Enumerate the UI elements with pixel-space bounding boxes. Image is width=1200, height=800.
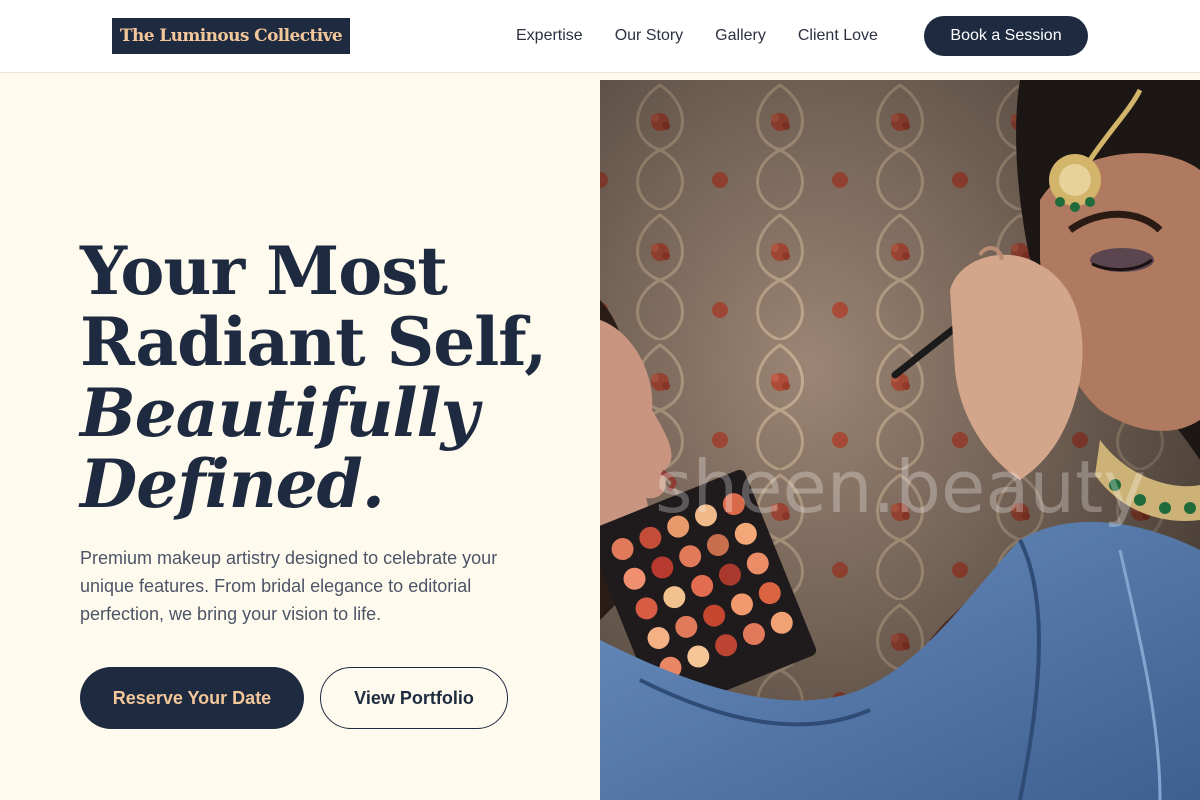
headline-line-4: Defined.: [80, 445, 385, 523]
main-nav: Expertise Our Story Gallery Client Love: [516, 0, 910, 72]
makeup-artist-photo-illustration: sheen.beauty: [600, 80, 1200, 800]
hero-photo: sheen.beauty: [600, 80, 1200, 800]
nav-link-our-story[interactable]: Our Story: [615, 27, 683, 45]
brand-logo[interactable]: The Luminous Collective: [112, 18, 350, 54]
nav-link-expertise[interactable]: Expertise: [516, 27, 583, 45]
hero-description: Premium makeup artistry designed to cele…: [80, 548, 498, 624]
headline-line-2: Radiant Self,: [80, 303, 547, 381]
book-session-button[interactable]: Book a Session: [924, 16, 1088, 56]
site-header: The Luminous Collective Expertise Our St…: [0, 0, 1200, 73]
view-portfolio-button[interactable]: View Portfolio: [320, 667, 508, 729]
headline-line-3: Beautifully: [80, 374, 479, 452]
nav-link-gallery[interactable]: Gallery: [715, 27, 766, 45]
hero-text-panel: Your Most Radiant Self, Beautifully Defi…: [0, 73, 600, 800]
nav-link-client-love[interactable]: Client Love: [798, 27, 878, 45]
hero-headline: Your Most Radiant Self, Beautifully Defi…: [80, 232, 547, 523]
brand-name: The Luminous Collective: [119, 26, 343, 46]
reserve-date-button[interactable]: Reserve Your Date: [80, 667, 304, 729]
headline-line-1: Your Most: [80, 232, 448, 310]
watermark-text: sheen.beauty: [655, 445, 1146, 529]
